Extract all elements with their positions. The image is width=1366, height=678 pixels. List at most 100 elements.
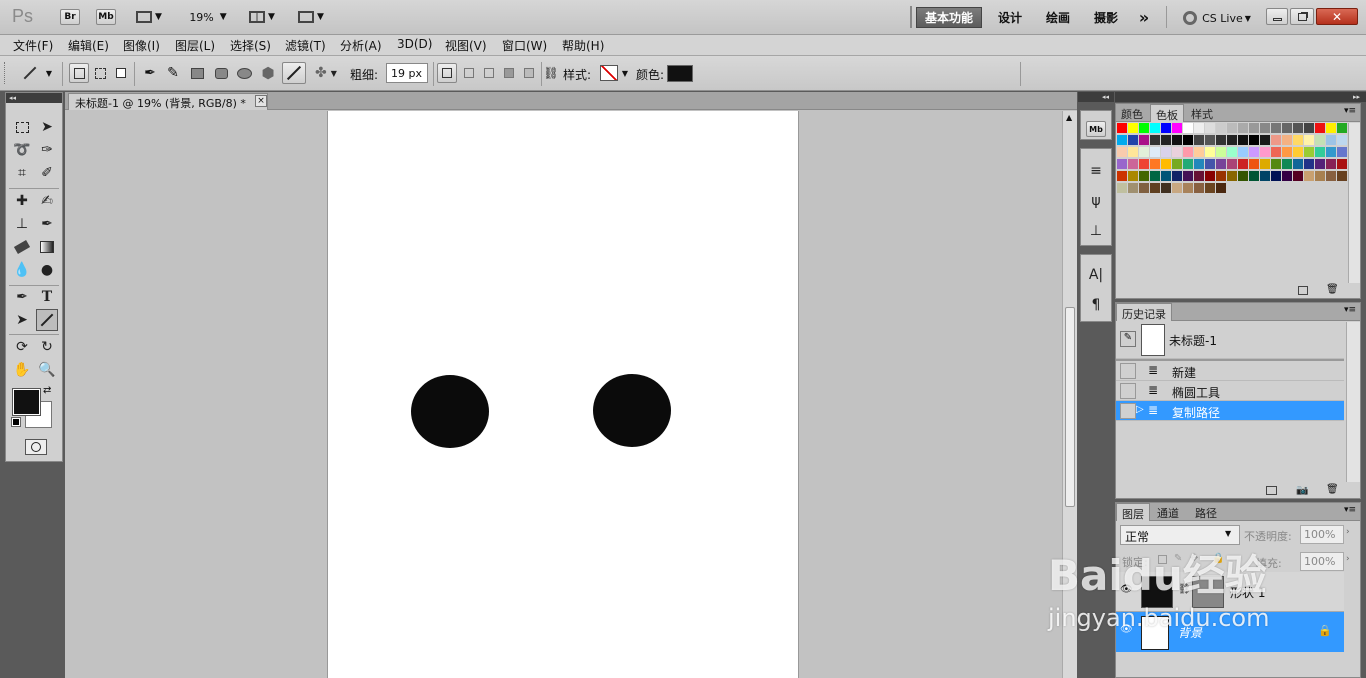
- path-selection-tool[interactable]: ➤: [11, 309, 33, 331]
- color-swatch[interactable]: [1293, 171, 1303, 181]
- color-swatch[interactable]: [1216, 135, 1226, 145]
- zoom-tool[interactable]: 🔍: [36, 359, 58, 381]
- color-swatch[interactable]: [1161, 183, 1171, 193]
- color-swatch[interactable]: [1304, 159, 1314, 169]
- lasso-tool[interactable]: ➰: [11, 139, 33, 161]
- color-swatch[interactable]: [1150, 147, 1160, 157]
- color-swatch[interactable]: [1249, 159, 1259, 169]
- tab-styles[interactable]: 样式: [1186, 104, 1220, 122]
- color-swatch[interactable]: [1183, 183, 1193, 193]
- tab-channels[interactable]: 通道: [1152, 503, 1188, 521]
- color-swatch[interactable]: [1260, 135, 1270, 145]
- close-window-button[interactable]: ✕: [1316, 8, 1358, 25]
- dock-collapse-bar[interactable]: ◂◂: [1078, 92, 1114, 102]
- screen-mode-button[interactable]: ▼: [294, 9, 328, 25]
- color-swatch[interactable]: [1117, 171, 1127, 181]
- history-snapshot-row[interactable]: ✎ 未标题-1: [1116, 321, 1344, 359]
- scrollbar-thumb[interactable]: [1065, 307, 1075, 507]
- type-tool[interactable]: T: [36, 286, 58, 308]
- color-swatch[interactable]: [1216, 123, 1226, 133]
- opacity-arrow-icon[interactable]: ›: [1346, 527, 1350, 537]
- color-swatch[interactable]: [1172, 147, 1182, 157]
- color-swatch[interactable]: [1172, 159, 1182, 169]
- color-swatch[interactable]: [1117, 147, 1127, 157]
- zoom-level-dropdown[interactable]: 19% ▼: [186, 9, 230, 25]
- lock-image-icon[interactable]: ✎: [1174, 553, 1182, 564]
- gradient-tool[interactable]: [36, 236, 58, 258]
- color-swatch[interactable]: [1183, 147, 1193, 157]
- minimize-button[interactable]: [1266, 8, 1288, 25]
- workspace-essentials[interactable]: 基本功能: [916, 7, 982, 28]
- color-swatch[interactable]: [1183, 123, 1193, 133]
- color-swatch[interactable]: [1271, 147, 1281, 157]
- color-swatch[interactable]: [1139, 183, 1149, 193]
- color-swatch[interactable]: [1260, 123, 1270, 133]
- color-swatch[interactable]: [1216, 147, 1226, 157]
- color-swatch[interactable]: [1183, 135, 1193, 145]
- intersect-shape-areas-button[interactable]: [499, 63, 519, 83]
- color-swatch[interactable]: [1337, 135, 1347, 145]
- close-tab-icon[interactable]: ×: [255, 95, 267, 107]
- color-swatch[interactable]: [1161, 159, 1171, 169]
- tab-layers[interactable]: 图层: [1116, 503, 1150, 521]
- menu-analysis[interactable]: 分析(A): [340, 37, 382, 54]
- trash-icon[interactable]: 🗑: [1326, 484, 1339, 495]
- color-swatch[interactable]: [1315, 159, 1325, 169]
- lock-transparent-icon[interactable]: [1158, 555, 1167, 564]
- polygon-shape-button[interactable]: ⬢: [258, 63, 278, 83]
- color-swatch[interactable]: [1282, 147, 1292, 157]
- color-swatch[interactable]: [1326, 147, 1336, 157]
- color-swatch[interactable]: [1271, 135, 1281, 145]
- subtract-shape-area-button[interactable]: [479, 63, 499, 83]
- new-document-from-state-icon[interactable]: [1266, 486, 1277, 495]
- color-swatch[interactable]: [1139, 135, 1149, 145]
- color-swatch[interactable]: [1282, 123, 1292, 133]
- color-swatch[interactable]: [1183, 159, 1193, 169]
- bridge-button[interactable]: Br: [60, 9, 80, 25]
- color-swatch[interactable]: [1337, 147, 1347, 157]
- 3d-orbit-tool[interactable]: ↻: [36, 336, 58, 358]
- color-swatch[interactable]: [1139, 147, 1149, 157]
- color-swatch[interactable]: [1139, 123, 1149, 133]
- color-swatch[interactable]: [1172, 123, 1182, 133]
- panel-menu-icon[interactable]: ▾≡: [1344, 305, 1356, 315]
- lock-all-icon[interactable]: 🔒: [1212, 553, 1224, 564]
- menu-select[interactable]: 选择(S): [230, 37, 271, 54]
- brush-preset-panel-button[interactable]: ≡: [1085, 160, 1107, 182]
- color-swatch[interactable]: [1249, 147, 1259, 157]
- crop-tool[interactable]: ⌗: [11, 162, 33, 184]
- color-swatch[interactable]: [1128, 159, 1138, 169]
- color-swatch[interactable]: [1227, 135, 1237, 145]
- cs-live-button[interactable]: CS Live ▼: [1178, 9, 1256, 27]
- menu-window[interactable]: 窗口(W): [502, 37, 547, 54]
- pen-tool[interactable]: ✒: [11, 286, 33, 308]
- color-swatch[interactable]: [1172, 135, 1182, 145]
- color-swatch[interactable]: [1227, 159, 1237, 169]
- color-swatch[interactable]: [1128, 135, 1138, 145]
- ellipse-shape-right[interactable]: [593, 374, 671, 447]
- scroll-up-icon[interactable]: ▲: [1066, 113, 1072, 122]
- rectangle-shape-button[interactable]: [187, 63, 207, 83]
- color-swatch[interactable]: [1117, 159, 1127, 169]
- color-swatch[interactable]: [1194, 159, 1204, 169]
- add-to-shape-area-button[interactable]: [459, 63, 479, 83]
- tab-history[interactable]: 历史记录: [1116, 303, 1172, 321]
- weight-input[interactable]: 19 px: [386, 63, 428, 83]
- color-swatch[interactable]: [1304, 123, 1314, 133]
- layer-row-shape[interactable]: 👁 ⛓ 形状 1: [1116, 572, 1344, 612]
- opacity-input[interactable]: 100%: [1300, 525, 1344, 544]
- color-swatch[interactable]: [1315, 171, 1325, 181]
- color-swatch[interactable]: [1205, 135, 1215, 145]
- history-scrollbar[interactable]: [1346, 322, 1360, 482]
- color-swatch[interactable]: [1271, 123, 1281, 133]
- history-brush-tool[interactable]: ✒: [36, 213, 58, 235]
- color-swatch[interactable]: [1260, 147, 1270, 157]
- color-swatch[interactable]: [1117, 183, 1127, 193]
- color-swatch[interactable]: [1150, 171, 1160, 181]
- line-shape-button[interactable]: [282, 62, 306, 84]
- new-snapshot-icon[interactable]: 📷: [1296, 485, 1308, 496]
- document-tab[interactable]: 未标题-1 @ 19% (背景, RGB/8) * ×: [68, 93, 268, 110]
- paragraph-panel-button[interactable]: ¶: [1085, 294, 1107, 316]
- blur-tool[interactable]: 💧: [11, 259, 33, 281]
- link-style-button[interactable]: ⛓: [543, 63, 558, 83]
